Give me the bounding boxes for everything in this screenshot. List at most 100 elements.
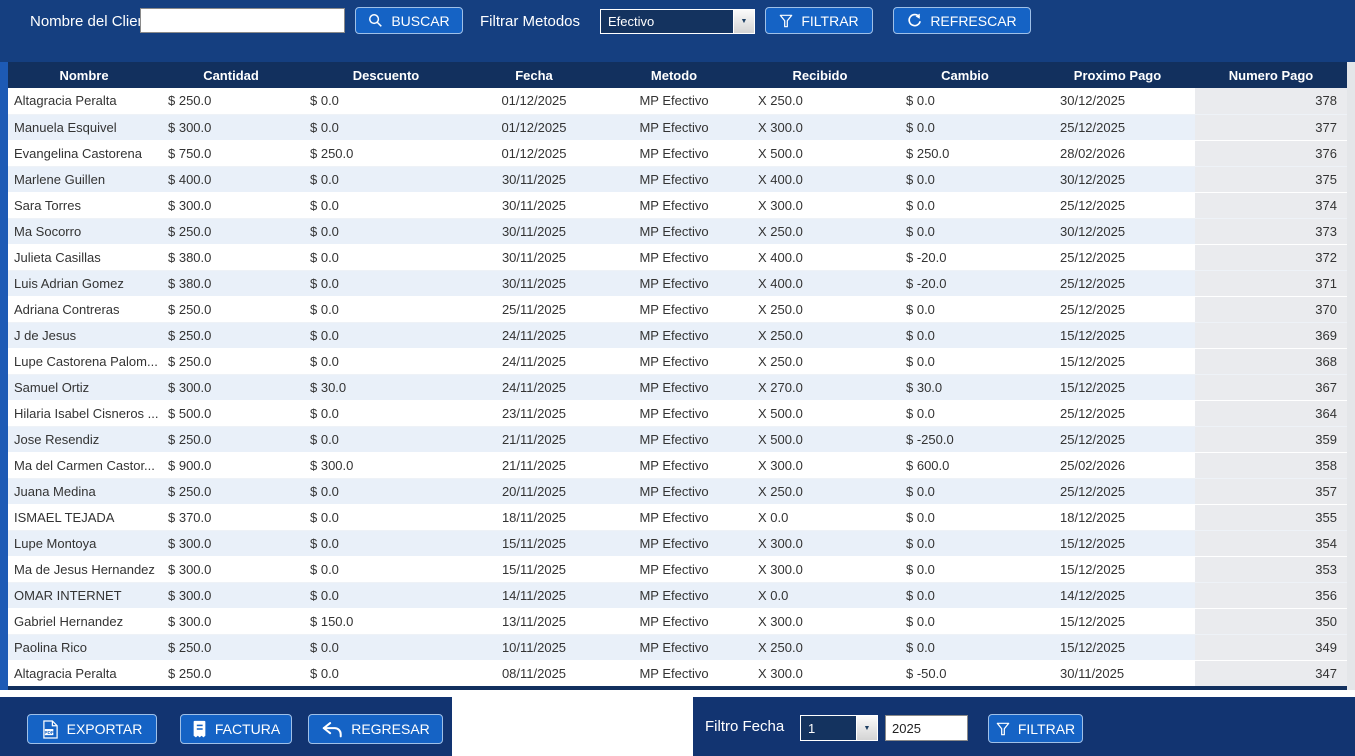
- cell-proximo-pago: 15/12/2025: [1040, 634, 1195, 661]
- cell-numero-pago: 356: [1195, 582, 1347, 609]
- table-row[interactable]: Lupe Montoya $ 300.0 $ 0.0 15/11/2025 MP Efe…: [8, 530, 1347, 557]
- cell-cantidad: $ 380.0: [160, 244, 302, 271]
- cell-cantidad: $ 300.0: [160, 582, 302, 609]
- cell-numero-pago: 347: [1195, 660, 1347, 687]
- regresar-button[interactable]: REGRESAR: [308, 714, 443, 744]
- factura-button[interactable]: FACTURA: [180, 714, 292, 744]
- filtrar-methods-button[interactable]: FILTRAR: [765, 7, 873, 34]
- table-row[interactable]: OMAR INTERNET $ 300.0 $ 0.0 14/11/2025 MP Ef…: [8, 582, 1347, 609]
- cell-nombre: Samuel Ortiz: [8, 374, 160, 401]
- table-row[interactable]: Jose Resendiz $ 250.0 $ 0.0 21/11/2025 MP Ef…: [8, 426, 1347, 453]
- col-header-fecha[interactable]: Fecha: [470, 62, 598, 88]
- cell-proximo-pago: 30/12/2025: [1040, 218, 1195, 245]
- cell-cantidad: $ 250.0: [160, 218, 302, 245]
- cell-proximo-pago: 15/12/2025: [1040, 348, 1195, 375]
- table-row[interactable]: Juana Medina $ 250.0 $ 0.0 20/11/2025 MP Efe…: [8, 478, 1347, 505]
- table-row[interactable]: Ma de Jesus Hernandez $ 300.0 $ 0.0 15/11/2…: [8, 556, 1347, 583]
- table-row[interactable]: Samuel Ortiz $ 300.0 $ 30.0 24/11/2025 MP Ef…: [8, 374, 1347, 401]
- cell-metodo: MP Efectivo: [598, 608, 750, 635]
- cell-numero-pago: 358: [1195, 452, 1347, 479]
- year-input[interactable]: [885, 715, 968, 741]
- col-header-cantidad[interactable]: Cantidad: [160, 62, 302, 88]
- col-header-recibido[interactable]: Recibido: [750, 62, 890, 88]
- cell-nombre: Marlene Guillen: [8, 166, 160, 193]
- funnel-icon: [996, 722, 1010, 735]
- cell-recibido: X 250.0: [750, 296, 890, 323]
- col-header-numero-pago[interactable]: Numero Pago: [1195, 62, 1347, 88]
- cell-cantidad: $ 300.0: [160, 556, 302, 583]
- cell-fecha: 30/11/2025: [470, 244, 598, 271]
- regresar-button-label: REGRESAR: [351, 721, 430, 737]
- cell-recibido: X 300.0: [750, 556, 890, 583]
- vertical-scrollbar[interactable]: [1347, 62, 1355, 690]
- filtrar-fecha-button-label: FILTRAR: [1017, 720, 1076, 737]
- table-row[interactable]: Marlene Guillen $ 400.0 $ 0.0 30/11/2025 MP …: [8, 166, 1347, 193]
- cell-nombre: Lupe Montoya: [8, 530, 160, 557]
- filtrar-fecha-button[interactable]: FILTRAR: [988, 714, 1083, 743]
- table-row[interactable]: Luis Adrian Gomez $ 380.0 $ 0.0 30/11/2025 M…: [8, 270, 1347, 297]
- cell-proximo-pago: 30/11/2025: [1040, 660, 1195, 687]
- payments-table-container: Nombre Cantidad Descuento Fecha Metodo R…: [8, 62, 1347, 690]
- table-row[interactable]: Gabriel Hernandez $ 300.0 $ 150.0 13/11/202…: [8, 608, 1347, 635]
- exportar-button-label: EXPORTAR: [66, 721, 143, 737]
- cell-cantidad: $ 900.0: [160, 452, 302, 479]
- buscar-button[interactable]: BUSCAR: [355, 7, 463, 34]
- cell-fecha: 01/12/2025: [470, 140, 598, 167]
- cell-nombre: Sara Torres: [8, 192, 160, 219]
- cell-proximo-pago: 15/12/2025: [1040, 556, 1195, 583]
- cell-proximo-pago: 25/12/2025: [1040, 478, 1195, 505]
- table-row[interactable]: ISMAEL TEJADA $ 370.0 $ 0.0 18/11/2025 MP Ef…: [8, 504, 1347, 531]
- table-row[interactable]: Paolina Rico $ 250.0 $ 0.0 10/11/2025 MP Efe…: [8, 634, 1347, 661]
- cell-cambio: $ 0.0: [890, 478, 1040, 505]
- cell-descuento: $ 0.0: [302, 660, 470, 687]
- cell-cantidad: $ 300.0: [160, 530, 302, 557]
- col-header-proximo-pago[interactable]: Proximo Pago: [1040, 62, 1195, 88]
- refrescar-button[interactable]: REFRESCAR: [893, 7, 1031, 34]
- table-row[interactable]: Adriana Contreras $ 250.0 $ 0.0 25/11/2025 M…: [8, 296, 1347, 323]
- filtrar-methods-button-label: FILTRAR: [801, 12, 859, 29]
- table-row[interactable]: Evangelina Castorena $ 750.0 $ 250.0 01/12/…: [8, 140, 1347, 167]
- chevron-down-icon[interactable]: ▼: [856, 716, 877, 740]
- cell-descuento: $ 0.0: [302, 296, 470, 323]
- cell-cantidad: $ 250.0: [160, 478, 302, 505]
- month-select[interactable]: 1 ▼: [800, 715, 878, 741]
- cell-nombre: J de Jesus: [8, 322, 160, 349]
- cell-fecha: 23/11/2025: [470, 400, 598, 427]
- footer-actions-panel: PDF EXPORTAR FACTURA REGRESAR: [0, 697, 452, 756]
- cell-descuento: $ 0.0: [302, 244, 470, 271]
- cell-numero-pago: 364: [1195, 400, 1347, 427]
- table-row[interactable]: Lupe Castorena Palom... $ 250.0 $ 0.0 24/11…: [8, 348, 1347, 375]
- cell-fecha: 13/11/2025: [470, 608, 598, 635]
- cell-proximo-pago: 15/12/2025: [1040, 374, 1195, 401]
- table-row[interactable]: Manuela Esquivel $ 300.0 $ 0.0 01/12/2025 MP…: [8, 114, 1347, 141]
- table-row[interactable]: Sara Torres $ 300.0 $ 0.0 30/11/2025 MP Efec…: [8, 192, 1347, 219]
- col-header-descuento[interactable]: Descuento: [302, 62, 470, 88]
- chevron-down-icon[interactable]: ▼: [733, 10, 754, 33]
- col-header-nombre[interactable]: Nombre: [8, 62, 160, 88]
- cell-numero-pago: 377: [1195, 114, 1347, 141]
- search-icon: [369, 14, 383, 27]
- table-row[interactable]: Hilaria Isabel Cisneros ... $ 500.0 $ 0.0 2…: [8, 400, 1347, 427]
- cell-fecha: 10/11/2025: [470, 634, 598, 661]
- cell-numero-pago: 371: [1195, 270, 1347, 297]
- cell-nombre: ISMAEL TEJADA: [8, 504, 160, 531]
- table-row[interactable]: J de Jesus $ 250.0 $ 0.0 24/11/2025 MP Efect…: [8, 322, 1347, 349]
- cell-descuento: $ 0.0: [302, 88, 470, 115]
- cell-nombre: Jose Resendiz: [8, 426, 160, 453]
- cell-cambio: $ 0.0: [890, 582, 1040, 609]
- method-select[interactable]: Efectivo ▼: [600, 9, 755, 34]
- exportar-button[interactable]: PDF EXPORTAR: [27, 714, 157, 744]
- table-row[interactable]: Julieta Casillas $ 380.0 $ 0.0 30/11/2025 MP…: [8, 244, 1347, 271]
- col-header-cambio[interactable]: Cambio: [890, 62, 1040, 88]
- cell-metodo: MP Efectivo: [598, 634, 750, 661]
- svg-text:PDF: PDF: [44, 729, 54, 735]
- table-row[interactable]: Altagracia Peralta $ 250.0 $ 0.0 08/11/2025…: [8, 660, 1347, 687]
- col-header-metodo[interactable]: Metodo: [598, 62, 750, 88]
- client-name-input[interactable]: [140, 8, 345, 33]
- cell-descuento: $ 0.0: [302, 322, 470, 349]
- cell-recibido: X 0.0: [750, 504, 890, 531]
- table-row[interactable]: Ma Socorro $ 250.0 $ 0.0 30/11/2025 MP Efect…: [8, 218, 1347, 245]
- table-row[interactable]: Altagracia Peralta $ 250.0 $ 0.0 01/12/2025…: [8, 88, 1347, 115]
- table-row[interactable]: Ma del Carmen Castor... $ 900.0 $ 300.0 21/…: [8, 452, 1347, 479]
- cell-proximo-pago: 25/12/2025: [1040, 192, 1195, 219]
